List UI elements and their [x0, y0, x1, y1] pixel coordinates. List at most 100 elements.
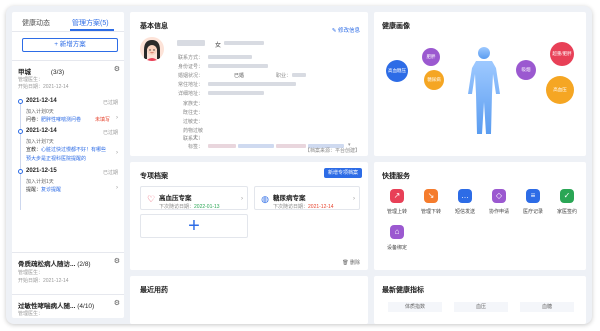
portrait-bubble[interactable]: 超重/肥胖 — [550, 42, 574, 66]
field-label: 家族史： — [182, 101, 203, 107]
plan-count: (2/8) — [77, 261, 91, 268]
tab-management-plans[interactable]: 管理方案(5) — [72, 18, 109, 28]
chevron-right-icon: › — [116, 115, 118, 121]
chevron-right-icon: › — [241, 196, 243, 202]
service-item[interactable]: ◇ 协作申请 — [484, 189, 514, 215]
bubble-label: 高血糖压 — [388, 68, 406, 73]
plan-manager: 管理医生： — [18, 270, 44, 276]
add-archive-button[interactable]: 新增专项档案 — [324, 168, 362, 178]
timeline-task[interactable]: 问卷：肥胖性哮喘测问卷 未填写 › — [26, 115, 118, 123]
service-label: 家医签约 — [556, 209, 577, 215]
service-item[interactable]: ↘ 管理下转 — [416, 189, 446, 215]
bubble-label: 肥胖 — [426, 54, 436, 59]
task-warning: 未填写 — [94, 117, 110, 123]
timeline-task[interactable]: 提醒：复诊提醒 › — [26, 185, 118, 193]
edit-icon: ✎ — [331, 28, 337, 34]
timeline-sub: 加入计划0天 — [26, 109, 54, 115]
indicator-header: 血糖 — [520, 302, 574, 312]
task-prefix: 问卷： — [26, 117, 42, 123]
section-title: 快捷服务 — [382, 173, 410, 180]
archive-card[interactable]: ◍ 糖尿病专案 下次随访日期：2021-12-14 › — [254, 186, 360, 210]
indicator-header: 体质指数 — [388, 302, 442, 312]
plan-name: 骨质疏松病人随访... — [18, 261, 76, 268]
task-link[interactable]: 肥胖性哮喘测问卷 — [41, 117, 81, 123]
bubble-label: 超重/肥胖 — [552, 51, 572, 56]
service-item[interactable]: ✓ 家医签约 — [552, 189, 582, 215]
section-title: 最新健康指标 — [382, 287, 424, 294]
field-label: 联系方式： — [177, 55, 203, 61]
active-tab-indicator — [70, 29, 114, 31]
next-visit-label: 下次随访日期： — [273, 204, 309, 210]
field-redacted — [208, 64, 268, 68]
task-link[interactable]: 复诊提醒 — [41, 187, 61, 193]
sidebar-tabs: 健康动态 管理方案(5) — [12, 12, 124, 32]
timeline-task[interactable]: 宣教：心脏过快过慢都不好！有哪些 — [26, 146, 118, 153]
archive-next-visit: 下次随访日期：2022-01-13 — [159, 203, 220, 210]
service-item[interactable]: … 短信发送 — [450, 189, 480, 215]
job-label: 职业： — [276, 73, 292, 79]
gear-icon[interactable]: ⚙ — [114, 257, 120, 265]
delete-label: 删除 — [349, 260, 360, 266]
plan-start-date: 开始日期：2021-12-14 — [18, 278, 69, 284]
delete-link[interactable]: 🗑 删除 — [342, 259, 360, 266]
service-label: 设备绑定 — [386, 245, 407, 251]
section-title: 专项档案 — [140, 173, 168, 180]
plan-name: 甲城 — [18, 69, 31, 76]
basic-info-panel: 基本信息 ✎ 修改信息 女 联系方式： 身份证号： 婚姻状况： 已婚 职业： 常… — [130, 12, 368, 156]
add-archive-card[interactable]: + — [140, 214, 248, 238]
archive-source: 【档案来源：平台创建】 — [304, 148, 360, 154]
portrait-bubble[interactable]: 吸烟 — [516, 60, 536, 80]
sms-icon: … — [458, 189, 472, 203]
timeline-date: 2021-12-14 — [26, 98, 57, 104]
next-visit-label: 下次随访日期： — [159, 204, 195, 210]
plan-title[interactable]: 骨质疏松病人随访... (2/8) — [18, 258, 91, 268]
timeline-line — [20, 102, 21, 210]
task-link[interactable]: 预大步是正视科医院提醒的 — [26, 156, 86, 162]
gear-icon[interactable]: ⚙ — [114, 299, 120, 307]
task-link[interactable]: 心脏过快过慢都不好！有哪些 — [41, 147, 106, 153]
name-redacted — [177, 40, 205, 46]
field-redacted — [208, 82, 296, 86]
body-figure — [468, 47, 500, 134]
tab-health-dynamics[interactable]: 健康动态 — [22, 18, 50, 28]
avatar — [140, 37, 164, 61]
portrait-bubble[interactable]: 高血压 — [546, 76, 574, 104]
portrait-bubble[interactable]: 高血糖压 — [386, 60, 408, 82]
app-frame: 健康动态 管理方案(5) + 新增方案 甲城 (3/3) ⚙ 管理医生： 开始日… — [6, 6, 592, 324]
plan-title[interactable]: 过敏性哮喘病人随... (4/10) — [18, 300, 94, 310]
tag-redacted — [208, 144, 236, 148]
field-label: 过敏史： — [182, 119, 203, 125]
divider — [12, 294, 124, 295]
heart-icon: ♡ — [146, 194, 156, 204]
portrait-bubble[interactable]: 肥胖 — [422, 48, 440, 66]
edit-label: 修改信息 — [337, 28, 360, 34]
chevron-right-icon: › — [116, 185, 118, 191]
service-label: 短信发送 — [454, 209, 475, 215]
health-indicators-panel: 最新健康指标 体质指数 血压 血糖 — [374, 276, 586, 324]
special-archives-panel: 专项档案 新增专项档案 ♡ 高血压专案 下次随访日期：2022-01-13 › … — [130, 162, 368, 270]
portrait-bubble[interactable]: 糖尿病 — [424, 70, 444, 90]
service-label: 管理下转 — [420, 209, 441, 215]
plus-icon: + — [188, 215, 200, 237]
timeline-dot — [18, 169, 23, 174]
add-plan-button[interactable]: + 新增方案 — [22, 38, 118, 52]
plan-name: 过敏性哮喘病人随... — [18, 303, 76, 310]
family-doctor-icon: ✓ — [560, 189, 574, 203]
plan-title[interactable]: 甲城 (3/3) — [18, 66, 64, 76]
service-item[interactable]: ⌂ 设备绑定 — [382, 225, 412, 251]
plan-count: (4/10) — [77, 303, 95, 310]
timeline-status: 已过期 — [102, 100, 118, 106]
gear-icon[interactable]: ⚙ — [114, 65, 120, 73]
service-label: 协作申请 — [488, 209, 509, 215]
service-item[interactable]: ≡ 医疗记录 — [518, 189, 548, 215]
section-title: 基本信息 — [140, 23, 168, 30]
job-redacted — [292, 73, 306, 77]
edit-info-link[interactable]: ✎ 修改信息 — [332, 26, 360, 34]
plan-manager: 管理医生： — [18, 311, 44, 317]
gender-age: 女 — [215, 43, 222, 49]
service-item[interactable]: ↗ 管理上转 — [382, 189, 412, 215]
transfer-down-icon: ↘ — [424, 189, 438, 203]
timeline-task[interactable]: 预大步是正视科医院提醒的 › — [26, 150, 118, 162]
archive-card[interactable]: ♡ 高血压专案 下次随访日期：2022-01-13 › — [140, 186, 248, 210]
bubble-label: 吸烟 — [521, 67, 531, 72]
